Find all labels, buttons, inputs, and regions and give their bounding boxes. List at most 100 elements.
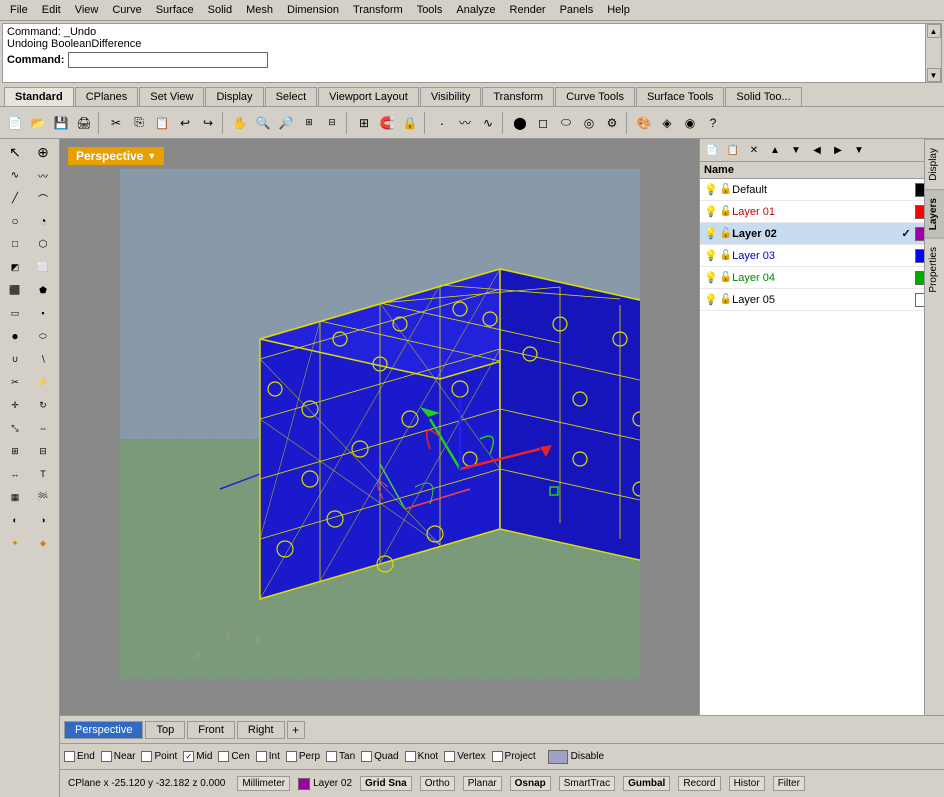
status-osnap[interactable]: Osnap [510, 776, 551, 791]
scroll-up-btn[interactable]: ▲ [927, 24, 941, 38]
tool-boolean-diff[interactable]: ∖ [30, 348, 56, 370]
layer-lock-03[interactable]: 🔓 [720, 250, 732, 261]
tab-display[interactable]: Display [205, 87, 263, 106]
layer-row-03[interactable]: 💡 🔓 Layer 03 ◆ [700, 245, 944, 267]
snap-project-cb[interactable] [492, 751, 503, 762]
tool-boolean-union[interactable]: ∪ [2, 348, 28, 370]
status-planar[interactable]: Planar [463, 776, 502, 791]
icon-copy[interactable]: ⎘ [128, 112, 150, 134]
layers-delete[interactable]: ✕ [744, 141, 764, 159]
snap-cen[interactable]: Cen [218, 751, 249, 762]
icon-torus[interactable]: ◎ [578, 112, 600, 134]
icon-render[interactable]: 🎨 [633, 112, 655, 134]
status-layer-name[interactable]: Layer 02 [313, 778, 352, 789]
side-tab-properties[interactable]: Properties [925, 238, 944, 301]
layer-row-02[interactable]: 💡 🔓 Layer 02 ✓ ◆ [700, 223, 944, 245]
tool-curve-pt[interactable]: ∿ [2, 164, 28, 186]
layer-lock-05[interactable]: 🔓 [720, 294, 732, 305]
tool-move[interactable]: ✛ [2, 394, 28, 416]
tool-rect[interactable]: □ [2, 233, 28, 255]
tool-trim[interactable]: ✂ [2, 371, 28, 393]
layer-lock-01[interactable]: 🔓 [720, 206, 732, 217]
viewport-wrapper[interactable]: Perspective ▼ [60, 139, 699, 715]
status-gumball[interactable]: Gumbal [623, 776, 670, 791]
layer-row-04[interactable]: 💡 🔓 Layer 04 ◆ [700, 267, 944, 289]
icon-pan[interactable]: ✋ [229, 112, 251, 134]
snap-mid[interactable]: ✓ Mid [183, 751, 212, 762]
tool-mirror[interactable]: ⇔ [30, 417, 56, 439]
tab-viewport-layout[interactable]: Viewport Layout [318, 87, 419, 106]
icon-undo[interactable]: ↩ [174, 112, 196, 134]
layers-new-child[interactable]: 📋 [723, 141, 743, 159]
menu-mesh[interactable]: Mesh [240, 2, 279, 18]
vp-tab-perspective[interactable]: Perspective [64, 721, 143, 739]
icon-curve1[interactable]: 〰 [454, 112, 476, 134]
layer-lock-02[interactable]: 🔓 [720, 228, 732, 239]
snap-end-cb[interactable] [64, 751, 75, 762]
icon-zoom-all[interactable]: ⊟ [321, 112, 343, 134]
icon-new[interactable]: 📄 [4, 112, 26, 134]
icon-snap[interactable]: 🧲 [376, 112, 398, 134]
tab-set-view[interactable]: Set View [139, 87, 204, 106]
tool-analysis[interactable]: ▦ [2, 486, 28, 508]
layer-bulb-02[interactable]: 💡 [704, 227, 718, 240]
snap-int[interactable]: Int [256, 751, 280, 762]
snap-project[interactable]: Project [492, 751, 536, 762]
layer-bulb-03[interactable]: 💡 [704, 249, 718, 262]
side-tab-layers[interactable]: Layers [925, 189, 944, 238]
tool-dim[interactable]: ↔ [2, 463, 28, 485]
layers-up[interactable]: ▲ [765, 141, 785, 159]
menu-view[interactable]: View [69, 2, 105, 18]
tool-polyline[interactable]: ⌒ [30, 187, 56, 209]
icon-cut[interactable]: ✂ [105, 112, 127, 134]
side-tab-display[interactable]: Display [925, 139, 944, 189]
snap-vertex[interactable]: Vertex [444, 751, 485, 762]
snap-vertex-cb[interactable] [444, 751, 455, 762]
tool-circle[interactable]: ○ [2, 210, 28, 232]
snap-disable-label[interactable]: Disable [571, 751, 604, 762]
icon-curve2[interactable]: ∿ [477, 112, 499, 134]
icon-help[interactable]: ? [702, 112, 724, 134]
tool-box[interactable]: ▪ [30, 302, 56, 324]
icon-redo[interactable]: ↪ [197, 112, 219, 134]
icon-shaded[interactable]: ◉ [679, 112, 701, 134]
status-unit[interactable]: Millimeter [237, 776, 290, 791]
snap-quad[interactable]: Quad [361, 751, 398, 762]
snap-perp-cb[interactable] [286, 751, 297, 762]
snap-knot[interactable]: Knot [405, 751, 439, 762]
icon-cube[interactable]: ◻ [532, 112, 554, 134]
layers-filter[interactable]: ▼ [849, 141, 869, 159]
snap-end[interactable]: End [64, 751, 95, 762]
menu-analyze[interactable]: Analyze [450, 2, 501, 18]
icon-zoom-out[interactable]: 🔎 [275, 112, 297, 134]
layer-bulb-04[interactable]: 💡 [704, 271, 718, 284]
layer-bulb-05[interactable]: 💡 [704, 293, 718, 306]
viewport-label[interactable]: Perspective ▼ [68, 147, 164, 165]
icon-cylinder[interactable]: ⬭ [555, 112, 577, 134]
icon-grid[interactable]: ⊞ [353, 112, 375, 134]
icon-print[interactable]: 🖨 [73, 112, 95, 134]
icon-gear[interactable]: ⚙ [601, 112, 623, 134]
tab-visibility[interactable]: Visibility [420, 87, 482, 106]
menu-edit[interactable]: Edit [36, 2, 67, 18]
tool-patch[interactable]: ⬟ [30, 279, 56, 301]
layers-new[interactable]: 📄 [702, 141, 722, 159]
snap-point-cb[interactable] [141, 751, 152, 762]
snap-cen-cb[interactable] [218, 751, 229, 762]
vp-tab-front[interactable]: Front [187, 721, 235, 739]
snap-point[interactable]: Point [141, 751, 177, 762]
status-smart-track[interactable]: SmartTrac [559, 776, 615, 791]
viewport-scene[interactable]: y z x [120, 169, 640, 679]
command-input[interactable] [68, 52, 268, 68]
tool-rotate[interactable]: ↻ [30, 394, 56, 416]
tool-group[interactable]: ⊟ [30, 440, 56, 462]
snap-tan[interactable]: Tan [326, 751, 355, 762]
snap-perp[interactable]: Perp [286, 751, 320, 762]
snap-mid-cb[interactable]: ✓ [183, 751, 194, 762]
tool-split[interactable]: ⚡ [30, 371, 56, 393]
command-scrollbar[interactable]: ▲ ▼ [925, 24, 941, 82]
tab-cplanes[interactable]: CPlanes [75, 87, 139, 106]
menu-transform[interactable]: Transform [347, 2, 409, 18]
icon-wireframe[interactable]: ◈ [656, 112, 678, 134]
layer-lock-default[interactable]: 🔓 [720, 184, 732, 195]
